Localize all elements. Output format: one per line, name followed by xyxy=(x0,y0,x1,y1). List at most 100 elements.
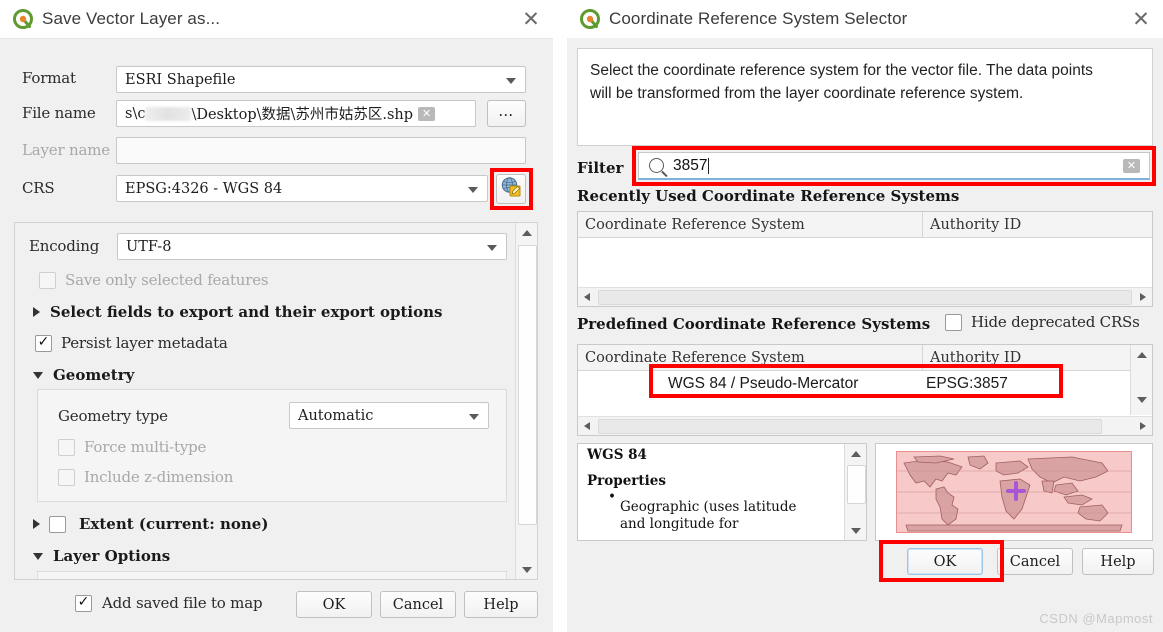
recent-crs-header-row: Coordinate Reference System Authority ID xyxy=(578,212,1152,238)
hscrollbar-thumb[interactable] xyxy=(598,419,1102,434)
force-multitype-row[interactable]: Force multi-type xyxy=(58,438,206,456)
right-ok-button[interactable]: OK xyxy=(907,548,983,575)
geometry-type-combobox[interactable]: Automatic xyxy=(289,402,489,429)
force-multitype-checkbox[interactable] xyxy=(58,438,75,456)
scroll-up-button[interactable] xyxy=(845,444,866,463)
right-help-button[interactable]: Help xyxy=(1082,548,1154,575)
add-saved-file-row[interactable]: ✓ Add saved file to map xyxy=(75,594,263,612)
left-dialog-close-button[interactable]: ✕ xyxy=(509,0,553,38)
scroll-up-button[interactable] xyxy=(516,223,537,242)
filename-redacted-portion xyxy=(145,106,192,121)
properties-vertical-scrollbar[interactable] xyxy=(844,444,866,540)
layer-options-panel xyxy=(37,571,507,579)
filename-label: File name xyxy=(22,104,96,122)
hide-deprecated-checkbox[interactable] xyxy=(945,313,962,331)
scroll-left-button[interactable] xyxy=(578,288,596,306)
predefined-crs-table[interactable]: Coordinate Reference System Authority ID… xyxy=(577,344,1153,436)
csdn-watermark: CSDN @Mapmost xyxy=(1039,611,1153,626)
crs-properties-box: WGS 84 Properties Geographic (uses latit… xyxy=(577,443,867,541)
scroll-up-button[interactable] xyxy=(1131,345,1152,364)
crs-properties-heading: Properties xyxy=(587,473,666,489)
save-options-scroll-area: Encoding UTF-8 Save only selected featur… xyxy=(14,222,538,580)
layer-options-label: Layer Options xyxy=(53,547,171,565)
scroll-right-button[interactable] xyxy=(1134,417,1152,435)
filter-clear-icon[interactable]: ✕ xyxy=(1123,158,1140,173)
format-value: ESRI Shapefile xyxy=(125,71,236,88)
crs-combobox[interactable]: EPSG:4326 - WGS 84 xyxy=(116,175,488,202)
table-row[interactable]: WGS 84 / Pseudo-Mercator EPSG:3857 xyxy=(578,371,1152,397)
recent-crs-table[interactable]: Coordinate Reference System Authority ID xyxy=(577,211,1153,307)
filename-clear-icon[interactable]: ✕ xyxy=(418,106,436,121)
save-only-selected-checkbox[interactable] xyxy=(39,271,56,289)
qgis-logo-icon xyxy=(13,9,33,29)
filename-input[interactable]: s\c \Desktop\数据\苏州市姑苏区.shp ✕ xyxy=(116,100,476,127)
scroll-down-button[interactable] xyxy=(516,560,537,579)
persist-metadata-checkbox[interactable]: ✓ xyxy=(35,334,52,352)
add-saved-file-checkbox[interactable]: ✓ xyxy=(75,594,92,612)
extent-section-header[interactable]: Extent (current: none) xyxy=(33,515,268,533)
select-fields-section-header[interactable]: Select fields to export and their export… xyxy=(33,303,442,321)
layername-label: Layer name xyxy=(22,141,110,159)
recent-crs-hscrollbar[interactable] xyxy=(578,287,1152,306)
save-only-selected-row[interactable]: Save only selected features xyxy=(39,271,269,289)
caret-left-icon xyxy=(584,422,590,430)
geometry-type-label: Geometry type xyxy=(58,407,168,425)
right-cancel-button[interactable]: Cancel xyxy=(997,548,1073,575)
crs-map-preview xyxy=(875,443,1153,541)
world-map-preview-icon xyxy=(896,451,1132,533)
scroll-left-button[interactable] xyxy=(578,417,596,435)
chevron-down-icon xyxy=(468,186,478,193)
text-caret xyxy=(708,157,710,174)
chevron-right-icon[interactable] xyxy=(33,519,40,529)
right-dialog-close-button[interactable]: ✕ xyxy=(1119,0,1163,38)
predefined-col-crs[interactable]: Coordinate Reference System xyxy=(578,345,922,370)
persist-metadata-row[interactable]: ✓ Persist layer metadata xyxy=(35,334,228,352)
layer-options-section-header[interactable]: Layer Options xyxy=(33,547,170,565)
scroll-down-button[interactable] xyxy=(845,521,866,540)
chevron-down-icon xyxy=(487,244,497,251)
filename-browse-button[interactable]: … xyxy=(487,100,526,127)
include-z-row[interactable]: Include z-dimension xyxy=(58,468,233,486)
predefined-row-crs: WGS 84 / Pseudo-Mercator xyxy=(668,375,859,392)
chevron-down-icon[interactable] xyxy=(33,371,43,379)
crs-selector-dialog: Coordinate Reference System Selector ✕ S… xyxy=(567,0,1163,632)
format-label: Format xyxy=(22,69,76,87)
predefined-crs-header-row: Coordinate Reference System Authority ID xyxy=(578,345,1152,371)
left-help-button[interactable]: Help xyxy=(464,591,538,618)
predefined-crs-hscrollbar[interactable] xyxy=(578,416,1152,435)
chevron-right-icon[interactable] xyxy=(33,307,40,317)
extent-checkbox[interactable] xyxy=(49,515,66,533)
format-combobox[interactable]: ESRI Shapefile xyxy=(116,66,526,93)
scrollbar-thumb[interactable] xyxy=(518,245,537,525)
options-vertical-scrollbar[interactable] xyxy=(515,223,537,579)
chevron-down-icon[interactable] xyxy=(33,552,43,560)
geometry-type-value: Automatic xyxy=(298,407,374,424)
left-ok-button[interactable]: OK xyxy=(296,591,372,618)
scrollbar-thumb[interactable] xyxy=(847,465,866,504)
encoding-combobox[interactable]: UTF-8 xyxy=(117,233,507,260)
hide-deprecated-row[interactable]: Hide deprecated CRSs xyxy=(945,313,1140,331)
include-z-label: Include z-dimension xyxy=(84,468,234,486)
geometry-section-header[interactable]: Geometry xyxy=(33,366,134,384)
chevron-down-icon xyxy=(469,413,479,420)
crs-properties-bullet-line1: Geographic (uses latitude xyxy=(578,489,866,516)
crs-select-button[interactable] xyxy=(496,174,526,204)
crs-description-line1: Select the coordinate reference system f… xyxy=(590,62,1093,79)
predefined-col-authority[interactable]: Authority ID xyxy=(922,345,1131,370)
scroll-right-button[interactable] xyxy=(1134,288,1152,306)
hscrollbar-thumb[interactable] xyxy=(598,290,1132,305)
predefined-vertical-scrollbar[interactable] xyxy=(1130,345,1152,415)
crs-description-line2: will be transformed from the layer coord… xyxy=(590,85,1024,102)
filename-prefix: s\c xyxy=(125,105,146,122)
include-z-checkbox[interactable] xyxy=(58,468,75,486)
layername-input[interactable] xyxy=(116,137,526,164)
caret-up-icon xyxy=(850,450,861,457)
recent-col-crs[interactable]: Coordinate Reference System xyxy=(578,212,922,237)
scroll-down-button[interactable] xyxy=(1131,390,1152,409)
recent-col-authority[interactable]: Authority ID xyxy=(922,212,1152,237)
qgis-logo-icon xyxy=(580,9,600,29)
caret-up-icon xyxy=(1136,351,1147,358)
filter-input[interactable]: 3857 ✕ xyxy=(638,152,1150,180)
left-cancel-button[interactable]: Cancel xyxy=(380,591,456,618)
persist-metadata-label: Persist layer metadata xyxy=(61,334,228,352)
